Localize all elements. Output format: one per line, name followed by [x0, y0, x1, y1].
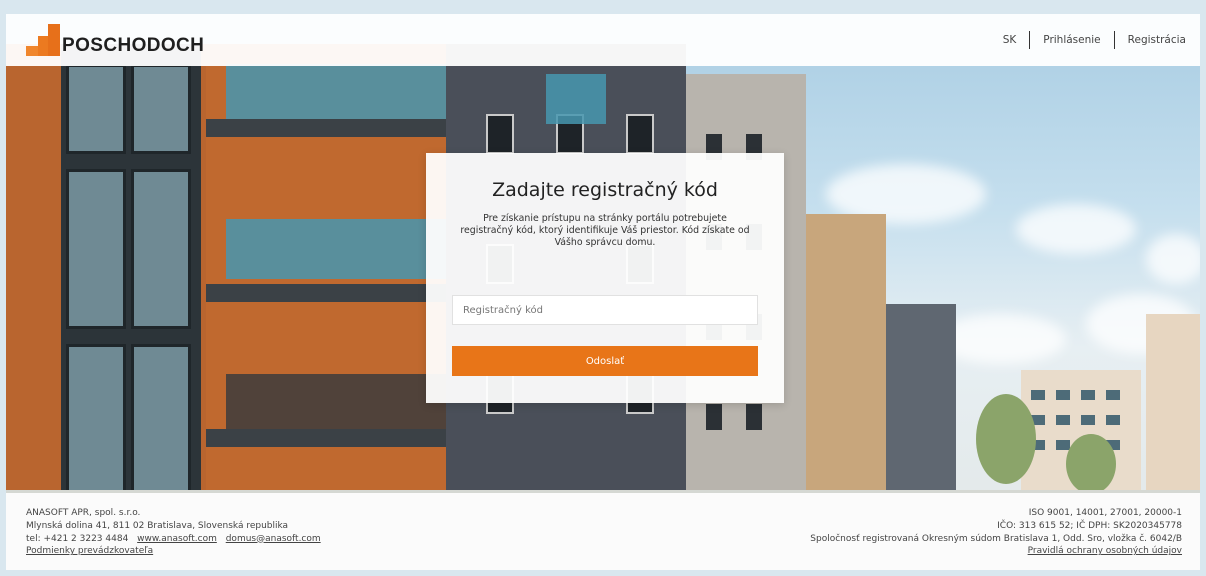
card-description: Pre získanie prístupu na stránky portálu… [460, 213, 750, 249]
phone-number: tel: +421 2 3223 4484 [26, 533, 129, 544]
login-link[interactable]: Prihlásenie [1043, 34, 1100, 46]
site-logo[interactable]: POSCHODOCH [26, 24, 204, 56]
top-nav: SK Prihlásenie Registrácia [1003, 31, 1186, 49]
footer-legal-info: ISO 9001, 14001, 27001, 20000-1 IČO: 313… [810, 507, 1182, 570]
company-address: Mlynská dolina 41, 811 02 Bratislava, Sl… [26, 520, 289, 531]
registration-code-card: Zadajte registračný kód Pre získanie prí… [426, 153, 784, 403]
top-header: POSCHODOCH SK Prihlásenie Registrácia [6, 14, 1200, 66]
registration-code-input[interactable] [452, 295, 758, 325]
building-steps-logo-icon [26, 24, 60, 56]
court-registration: Spoločnosť registrovaná Okresným súdom B… [810, 533, 1182, 544]
email-link[interactable]: domus@anasoft.com [226, 534, 321, 544]
nav-divider [1113, 31, 1115, 49]
company-ids: IČO: 313 615 52; IČ DPH: SK2020345778 [997, 520, 1182, 531]
logo-text: POSCHODOCH [62, 35, 205, 56]
iso-certifications: ISO 9001, 14001, 27001, 20000-1 [1028, 508, 1182, 518]
register-link[interactable]: Registrácia [1128, 34, 1186, 46]
operator-terms-link[interactable]: Podmienky prevádzkovateľa [26, 546, 153, 556]
page-footer: ANASOFT APR, spol. s.r.o. Mlynská dolina… [6, 493, 1200, 570]
website-link[interactable]: www.anasoft.com [137, 534, 217, 544]
submit-button[interactable]: Odoslať [452, 346, 758, 376]
footer-company-info: ANASOFT APR, spol. s.r.o. Mlynská dolina… [26, 507, 321, 570]
language-switch-link[interactable]: SK [1003, 34, 1017, 46]
company-name: ANASOFT APR, spol. s.r.o. [26, 508, 141, 518]
card-title: Zadajte registračný kód [492, 179, 718, 201]
privacy-policy-link[interactable]: Pravidlá ochrany osobných údajov [1028, 546, 1182, 556]
nav-divider [1029, 31, 1031, 49]
contact-line: tel: +421 2 3223 4484 www.anasoft.com do… [26, 533, 321, 546]
